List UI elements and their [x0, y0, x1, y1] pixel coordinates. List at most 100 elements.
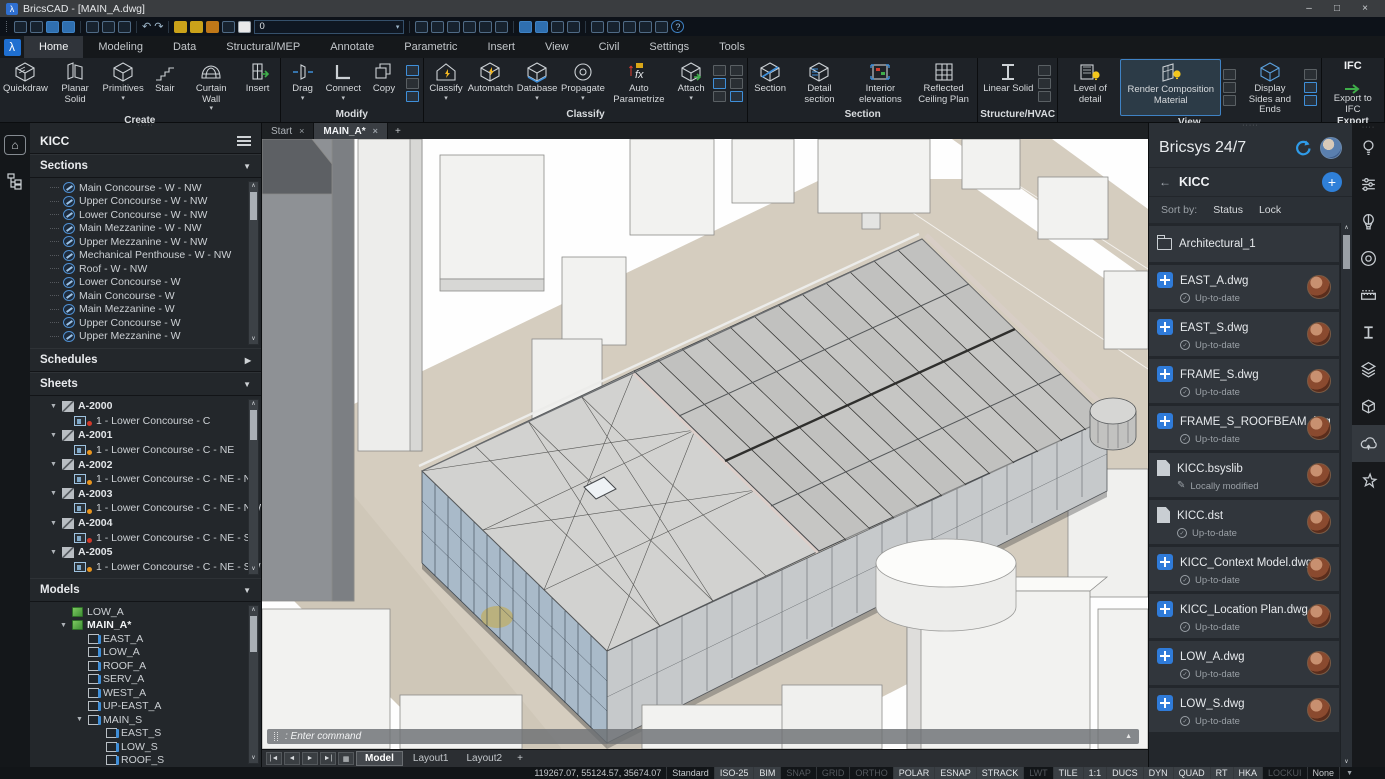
status-field[interactable]: DUCS [1107, 767, 1144, 779]
status-field[interactable]: HKA [1234, 767, 1264, 779]
show-grids-icon[interactable] [1223, 82, 1236, 93]
section-list-item[interactable]: Mechanical Penthouse - W - NW [50, 249, 245, 263]
ribbon-tab[interactable]: Data [158, 36, 211, 58]
flow-segment-icon[interactable] [1038, 91, 1051, 102]
interior-elevations-button[interactable]: Interior elevations [849, 59, 912, 108]
scroll-up-icon[interactable]: ∧ [1341, 223, 1352, 233]
section-list-item[interactable]: Lower Concourse - W [50, 276, 245, 290]
web-tool-icon[interactable] [730, 78, 743, 89]
scroll-up-icon[interactable]: ∧ [249, 400, 258, 409]
layout-tab[interactable]: Layout2 [458, 752, 510, 765]
insert-button[interactable]: Insert [238, 59, 278, 114]
file-card[interactable]: EAST_S.dwg ✓ ✎ Up-to-date [1149, 312, 1339, 356]
model-tree-item[interactable]: ▼ MAIN_A* [50, 619, 245, 633]
section-list-item[interactable]: Upper Mezzanine - W [50, 330, 245, 344]
tree-expand-caret[interactable]: ▼ [50, 549, 58, 556]
database-button[interactable]: Database ▾ [515, 59, 559, 108]
level-of-detail-button[interactable]: Level of detail [1060, 59, 1120, 116]
select-window-icon[interactable] [447, 21, 460, 33]
section-list-item[interactable]: Upper Concourse - W [50, 316, 245, 330]
match-properties-icon[interactable] [431, 21, 444, 33]
frame-icon[interactable] [1038, 65, 1051, 76]
classify-extra-tools-1[interactable] [711, 59, 728, 108]
annotate-tool-icon[interactable] [607, 21, 620, 33]
tree-expand-caret[interactable]: ▼ [76, 716, 84, 723]
models-scrollbar[interactable]: ∧ ∨ [248, 605, 259, 764]
section-list-item[interactable]: Main Mezzanine - W [50, 303, 245, 317]
modify-extra-tools[interactable] [404, 59, 421, 108]
file-card[interactable]: LOW_S.dwg ✓ ✎ Up-to-date [1149, 688, 1339, 732]
show-axes-icon[interactable] [1223, 95, 1236, 106]
document-tab[interactable]: MAIN_A* × [314, 123, 388, 139]
ribbon-tab[interactable]: Structural/MEP [211, 36, 315, 58]
xray-view-icon[interactable] [567, 21, 580, 33]
previous-layout-icon[interactable]: ◄ [284, 752, 300, 765]
dropdown-arrow-icon[interactable]: ▾ [689, 95, 693, 103]
tag-icon[interactable] [713, 65, 726, 76]
sheet-view-row[interactable]: 1 - Lower Concourse - C - NE - SW [50, 560, 245, 575]
status-field[interactable]: 119267.07, 55124.57, 35674.07 [529, 767, 667, 779]
dropdown-arrow-icon[interactable]: ▾ [444, 95, 448, 103]
file-owner-avatar[interactable] [1307, 275, 1331, 299]
tree-expand-caret[interactable]: ▼ [50, 461, 58, 468]
home-icon[interactable]: ⌂ [4, 135, 26, 155]
help-icon[interactable]: ? [671, 20, 684, 33]
connect-button[interactable]: Connect ▾ [323, 59, 364, 108]
file-owner-avatar[interactable] [1307, 651, 1331, 675]
file-owner-avatar[interactable] [1307, 369, 1331, 393]
sheet-row[interactable]: ▼ A-2002 [50, 457, 245, 472]
status-menu-caret-icon[interactable]: ▼ [1340, 770, 1359, 777]
sheet-row[interactable]: ▼ A-2001 [50, 428, 245, 443]
reflected-ceiling-plan-button[interactable]: Reflected Ceiling Plan [912, 59, 975, 108]
layer-dropdown[interactable]: 0 ▾ [254, 20, 404, 34]
file-card[interactable]: EAST_A.dwg ✓ ✎ Up-to-date [1149, 265, 1339, 309]
close-button[interactable]: × [1351, 0, 1379, 17]
folder-row[interactable]: Architectural_1 [1149, 226, 1339, 262]
last-layout-icon[interactable]: ►| [320, 752, 336, 765]
sheet-row[interactable]: ▼ A-2005 [50, 545, 245, 560]
hidden-view-icon[interactable] [535, 21, 548, 33]
section-list-item[interactable]: Roof - W - NW [50, 262, 245, 276]
bricsys-247-cloud-icon[interactable] [1352, 425, 1385, 462]
section-list-item[interactable]: Upper Concourse - W - NW [50, 195, 245, 209]
status-field[interactable]: STRACK [977, 767, 1025, 779]
file-card[interactable]: FRAME_S.dwg ✓ ✎ Up-to-date [1149, 359, 1339, 403]
model-tree-item[interactable]: ▼ LOW_S [50, 740, 245, 754]
view-checkbox-tools[interactable] [1221, 59, 1238, 116]
file-owner-avatar[interactable] [1307, 510, 1331, 534]
section-list-item[interactable]: Lower Concourse - W - NW [50, 208, 245, 222]
status-field[interactable]: None [1308, 767, 1341, 779]
drawing-explorer-icon[interactable] [591, 21, 604, 33]
dropdown-arrow-icon[interactable]: ▾ [121, 95, 125, 103]
status-field[interactable]: ORTHO [850, 767, 893, 779]
model-tree-item[interactable]: ▼ UP-EAST_A [50, 700, 245, 714]
solid-display-icon[interactable] [1304, 69, 1317, 80]
render-panel-icon[interactable] [655, 21, 668, 33]
file-card[interactable]: KICC.bsyslib ✓ ✎ Locally modified [1149, 453, 1339, 497]
structure-panel-icon[interactable] [639, 21, 652, 33]
sheet-row[interactable]: ▼ A-2003 [50, 487, 245, 502]
components-icon[interactable] [1352, 388, 1385, 425]
sheet-view-row[interactable]: 1 - Lower Concourse - C - NE - NE [50, 472, 245, 487]
layout-tab[interactable]: Layout1 [405, 752, 457, 765]
composition-icon[interactable] [713, 91, 726, 102]
show-openings-icon[interactable] [1223, 69, 1236, 80]
ribbon-tab[interactable]: Tools [704, 36, 760, 58]
tree-expand-caret[interactable]: ▼ [50, 520, 58, 527]
tree-expand-caret[interactable]: ▼ [50, 490, 58, 497]
scroll-down-icon[interactable]: ∨ [249, 565, 258, 574]
new-file-icon[interactable] [14, 21, 27, 33]
file-card[interactable]: KICC.dst ✓ ✎ Up-to-date [1149, 500, 1339, 544]
parametrize-tool-icon[interactable] [730, 91, 743, 102]
print-icon[interactable] [222, 21, 235, 33]
model-tree-item[interactable]: ▼ SERV_A [50, 673, 245, 687]
tree-expand-caret[interactable]: ▼ [60, 622, 68, 629]
layers-icon[interactable] [1352, 351, 1385, 388]
file-owner-avatar[interactable] [1307, 698, 1331, 722]
scroll-thumb[interactable] [250, 192, 257, 220]
sheet-row[interactable]: ▼ A-2004 [50, 516, 245, 531]
section-list-item[interactable]: Main Mezzanine - W - NW [50, 222, 245, 236]
model-tree-item[interactable]: ▼ LOW_A [50, 646, 245, 660]
measure-icon[interactable] [1352, 277, 1385, 314]
next-layout-icon[interactable]: ► [302, 752, 318, 765]
